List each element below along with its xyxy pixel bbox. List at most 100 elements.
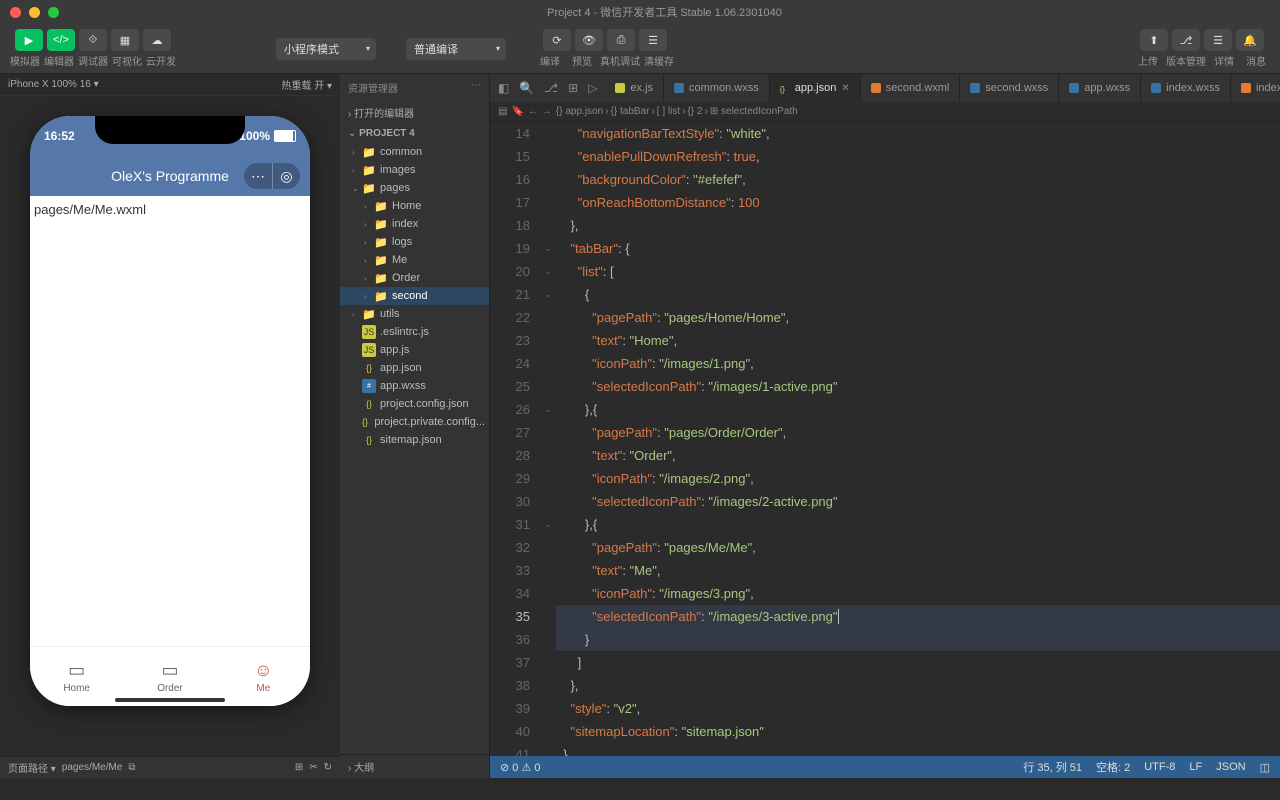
statusbar: ⊘ 0 ⚠ 0 行 35, 列 51 空格: 2 UTF-8 LF JSON ◫ <box>490 756 1280 778</box>
tab-index.wxss[interactable]: index.wxss <box>1141 74 1231 102</box>
explorer-title: 资源管理器 <box>348 80 398 95</box>
tree-Order[interactable]: ›Order <box>340 269 489 287</box>
compile-dropdown[interactable]: 普通编译 <box>406 38 506 60</box>
tree-sitemap.json[interactable]: {}sitemap.json <box>340 431 489 449</box>
close-icon[interactable] <box>10 7 21 18</box>
simulator-toggle[interactable]: ▶ <box>15 29 43 51</box>
search-icon[interactable]: 🔍 <box>519 81 534 95</box>
minimize-icon[interactable] <box>29 7 40 18</box>
open-editors-section[interactable]: › 打开的编辑器 <box>340 101 489 124</box>
status-item[interactable]: JSON <box>1216 761 1245 773</box>
breadcrumb[interactable]: ▤ 🔖 ← → {} app.json {} tabBar [ ] list {} 2… <box>490 102 1280 122</box>
tree-utils[interactable]: ›utils <box>340 305 489 323</box>
compile-button[interactable]: ⟳ <box>543 29 571 51</box>
crumb-item[interactable]: {} app.json <box>556 106 603 117</box>
maximize-icon[interactable] <box>48 7 59 18</box>
simulator-panel: iPhone X 100% 16 ▾ 热重载 开 ▾ 16:52 100% Ol… <box>0 74 340 778</box>
sim-time: 16:52 <box>44 129 75 143</box>
tree-pages[interactable]: ⌄pages <box>340 179 489 197</box>
sim-tab-me[interactable]: ☺Me <box>217 647 310 706</box>
split-icon[interactable]: ▤ <box>498 106 507 117</box>
tree-images[interactable]: ›images <box>340 161 489 179</box>
tree-app.json[interactable]: {}app.json <box>340 359 489 377</box>
clear-cache-button[interactable]: ☰ <box>639 29 667 51</box>
tree-second[interactable]: ›second <box>340 287 489 305</box>
status-item[interactable]: LF <box>1189 761 1202 773</box>
toolbar-labels-1: 模拟器编辑器调试器可视化云开发 <box>10 53 176 68</box>
ext-icon[interactable]: ⊞ <box>568 81 578 95</box>
rotate-icon[interactable]: ↻ <box>324 762 332 773</box>
file-tree[interactable]: ›common›images⌄pages›Home›index›logs›Me›… <box>340 143 489 754</box>
visual-toggle[interactable]: ▦ <box>111 29 139 51</box>
tab-common.wxss[interactable]: common.wxss <box>664 74 770 102</box>
tab-app.json[interactable]: app.json✕ <box>770 74 861 102</box>
simulator-phone[interactable]: 16:52 100% OleX's Programme ⋯◎ pages/Me/… <box>30 116 310 706</box>
run-icon[interactable]: ▷ <box>588 81 597 95</box>
bookmark-icon[interactable]: 🔖 <box>511 106 523 117</box>
sim-body: pages/Me/Me.wxml <box>30 196 310 646</box>
tab-ex.js[interactable]: ex.js <box>605 74 664 102</box>
scene-icon[interactable]: ⊞ <box>295 762 303 773</box>
sim-battery: 100% <box>239 129 296 143</box>
version-button[interactable]: ⎇ <box>1172 29 1200 51</box>
device-select[interactable]: iPhone X 100% 16 ▾ <box>8 79 99 90</box>
explorer: 资源管理器 ⋯ › 打开的编辑器 ⌄ PROJECT 4 ›common›imag… <box>340 74 490 778</box>
path-value: pages/Me/Me <box>62 762 123 773</box>
debugger-toggle[interactable]: ⟐ <box>79 29 107 51</box>
notch <box>95 116 245 144</box>
sim-title: OleX's Programme <box>111 168 229 184</box>
tree-app.wxss[interactable]: #app.wxss <box>340 377 489 395</box>
crumb-item[interactable]: ⊞ selectedIconPath <box>710 106 798 117</box>
tree-project.private.config...[interactable]: {}project.private.config... <box>340 413 489 431</box>
more-icon[interactable]: ⋯ <box>471 80 481 95</box>
sim-tabbar[interactable]: ▭Home▭Order☺Me <box>30 646 310 706</box>
code-editor[interactable]: 1415161718192021222324252627282930313233… <box>490 122 1280 756</box>
status-item[interactable]: UTF-8 <box>1144 761 1175 773</box>
editor-toggle[interactable]: </> <box>47 29 75 51</box>
crumb-item[interactable]: {} tabBar <box>611 106 650 117</box>
project-section[interactable]: ⌄ PROJECT 4 <box>340 124 489 143</box>
tab-index.wxml[interactable]: index.wxml <box>1231 74 1280 102</box>
status-item[interactable]: 空格: 2 <box>1096 759 1130 775</box>
copy-icon[interactable]: ⧉ <box>128 762 135 773</box>
window-title: Project 4 - 微信开发者工具 Stable 1.06.2301040 <box>59 4 1270 20</box>
detail-button[interactable]: ☰ <box>1204 29 1232 51</box>
path-label[interactable]: 页面路径 ▾ <box>8 760 56 775</box>
sim-tab-home[interactable]: ▭Home <box>30 647 123 706</box>
fwd-icon[interactable]: → <box>542 106 552 117</box>
remote-debug-button[interactable]: ⎙ <box>607 29 635 51</box>
tab-second.wxss[interactable]: second.wxss <box>960 74 1059 102</box>
shot-icon[interactable]: ✂ <box>309 762 317 773</box>
hotreload-select[interactable]: 热重载 开 ▾ <box>281 77 332 92</box>
crumb-item[interactable]: {} 2 <box>687 106 702 117</box>
mode-dropdown[interactable]: 小程序模式 <box>276 38 376 60</box>
home-indicator <box>115 698 225 702</box>
status-item[interactable]: 行 35, 列 51 <box>1023 759 1082 775</box>
tree-logs[interactable]: ›logs <box>340 233 489 251</box>
status-item[interactable]: ⊘ 0 ⚠ 0 <box>500 761 540 774</box>
editor-tabs[interactable]: ◧ 🔍 ⎇ ⊞ ▷ ex.jscommon.wxssapp.json✕secon… <box>490 74 1280 102</box>
back-icon[interactable]: ← <box>528 106 538 117</box>
window-controls[interactable] <box>10 7 59 18</box>
upload-button[interactable]: ⬆ <box>1140 29 1168 51</box>
tree-Me[interactable]: ›Me <box>340 251 489 269</box>
close-icon[interactable]: ✕ <box>841 83 849 94</box>
tab-app.wxss[interactable]: app.wxss <box>1059 74 1141 102</box>
preview-button[interactable]: 👁 <box>575 29 603 51</box>
tree-index[interactable]: ›index <box>340 215 489 233</box>
tree-project.config.json[interactable]: {}project.config.json <box>340 395 489 413</box>
crumb-item[interactable]: [ ] list <box>657 106 680 117</box>
titlebar: Project 4 - 微信开发者工具 Stable 1.06.2301040 <box>0 0 1280 24</box>
git-icon[interactable]: ⎇ <box>544 81 558 95</box>
tree-common[interactable]: ›common <box>340 143 489 161</box>
tree-.eslintrc.js[interactable]: JS.eslintrc.js <box>340 323 489 341</box>
tab-second.wxml[interactable]: second.wxml <box>861 74 961 102</box>
cloud-toggle[interactable]: ☁ <box>143 29 171 51</box>
status-item[interactable]: ◫ <box>1260 761 1270 774</box>
sidebar-toggle-icon[interactable]: ◧ <box>498 81 509 95</box>
tree-Home[interactable]: ›Home <box>340 197 489 215</box>
tree-app.js[interactable]: JSapp.js <box>340 341 489 359</box>
outline-section[interactable]: › 大纲 <box>340 754 489 778</box>
notify-button[interactable]: 🔔 <box>1236 29 1264 51</box>
capsule[interactable]: ⋯◎ <box>244 163 300 189</box>
